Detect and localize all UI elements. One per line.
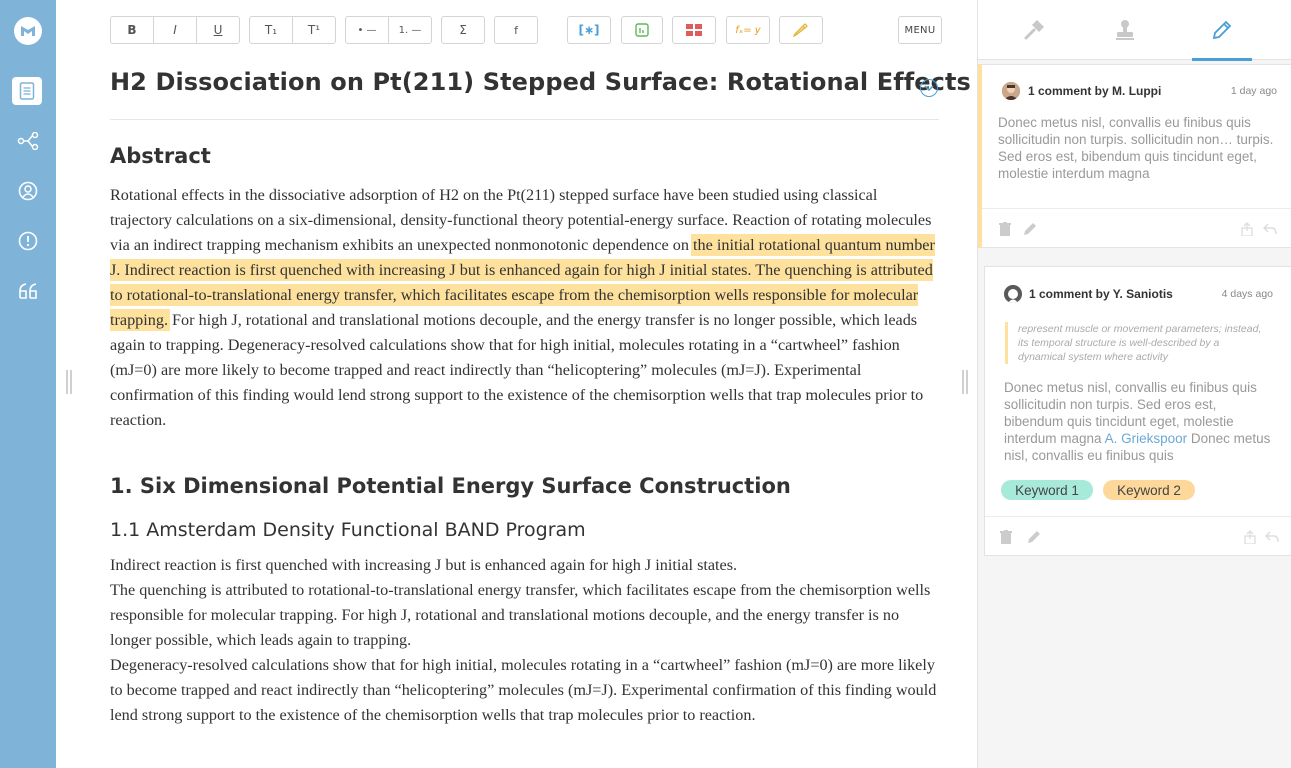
quote-icon[interactable] [13,276,43,306]
function-group: f [494,16,538,44]
subsection-heading: 1.1 Amsterdam Density Functional BAND Pr… [110,519,586,541]
highlight-group [779,16,823,44]
citation-group: [∗] [567,16,611,44]
section-body[interactable]: Indirect reaction is first quenched with… [110,553,940,728]
keyword-tag[interactable]: Keyword 1 [1001,480,1093,500]
reply-icon[interactable] [1262,221,1278,237]
resolve-icon[interactable] [1242,529,1258,545]
resolve-icon[interactable] [1239,221,1255,237]
abstract-paragraph[interactable]: Rotational effects in the dissociative a… [110,183,940,433]
table-group [672,16,716,44]
avatar [1004,285,1022,303]
reply-icon[interactable] [1264,529,1280,545]
citation-button[interactable]: [∗] [568,17,610,43]
sum-button[interactable]: Σ [442,17,484,43]
alert-circle-icon[interactable] [13,226,43,256]
figure-icon[interactable] [622,17,662,43]
comment-body: Donec metus nisl, convallis eu finibus q… [998,115,1274,181]
comment-actions [985,516,1291,556]
menu-button[interactable]: MENU [898,16,942,44]
section-paragraph: Degeneracy-resolved calculations show th… [110,656,937,724]
document-icon[interactable] [12,77,42,105]
share-nodes-icon[interactable] [13,126,43,156]
panel-tabs [978,0,1291,61]
comment-time: 4 days ago [1221,288,1273,300]
user-mention-link[interactable]: A. Griekspoor [1105,431,1188,446]
bold-button[interactable]: B [111,17,154,43]
formatting-toolbar: B I U T₁ T¹ • — 1. — Σ f [∗] fₓ= y MENU [110,16,942,44]
list-group: • — 1. — [345,16,432,44]
comments-panel: 1 comment by M. Luppi 1 day ago Donec me… [977,0,1291,768]
italic-button[interactable]: I [154,17,197,43]
right-resize-handle[interactable] [962,370,968,394]
equation-button[interactable]: fₓ= y [727,17,769,43]
quoted-text: represent muscle or movement parameters;… [1005,322,1267,364]
pencil-icon[interactable] [1192,0,1252,61]
comment-author: 1 comment by Y. Saniotis [1029,287,1173,301]
comment-card[interactable]: 1 comment by Y. Saniotis 4 days ago repr… [984,266,1291,556]
abstract-text-end: For high J, rotational and translational… [110,311,924,429]
hammer-icon[interactable] [1004,0,1064,60]
trash-icon[interactable] [997,221,1013,237]
user-circle-icon[interactable] [13,176,43,206]
left-rail [0,0,56,768]
editor-main: B I U T₁ T¹ • — 1. — Σ f [∗] fₓ= y MENU … [56,0,977,768]
sum-group: Σ [441,16,485,44]
table-icon[interactable] [673,17,715,43]
section-heading: 1. Six Dimensional Potential Energy Surf… [110,474,791,498]
section-paragraph: The quenching is attributed to rotationa… [110,581,931,649]
avatar [1002,82,1020,100]
keyword-tag[interactable]: Keyword 2 [1103,480,1195,500]
chevron-down-icon[interactable] [920,79,938,97]
comment-actions [982,208,1291,248]
highlighter-icon[interactable] [780,17,822,43]
comment-body: Donec metus nisl, convallis eu finibus q… [1004,379,1272,464]
comment-card[interactable]: 1 comment by M. Luppi 1 day ago Donec me… [978,64,1291,248]
numbered-list-button[interactable]: 1. — [389,17,431,43]
document-title[interactable]: H2 Dissociation on Pt(211) Stepped Surfa… [110,68,971,96]
script-group: T₁ T¹ [249,16,336,44]
superscript-button[interactable]: T¹ [293,17,335,43]
bullet-list-button[interactable]: • — [346,17,389,43]
comment-author: 1 comment by M. Luppi [1028,84,1162,98]
trash-icon[interactable] [998,529,1014,545]
left-resize-handle[interactable] [66,370,72,394]
function-button[interactable]: f [495,17,537,43]
underline-button[interactable]: U [197,17,239,43]
comment-time: 1 day ago [1230,85,1277,97]
section-paragraph: Indirect reaction is first quenched with… [110,556,738,574]
subscript-button[interactable]: T₁ [250,17,293,43]
stamp-icon[interactable] [1095,0,1155,60]
logo-icon[interactable] [13,16,43,46]
figure-group [621,16,663,44]
edit-pencil-icon[interactable] [1022,221,1038,237]
abstract-heading: Abstract [110,144,211,168]
text-style-group: B I U [110,16,240,44]
title-divider [110,119,939,120]
equation-group: fₓ= y [726,16,770,44]
edit-pencil-icon[interactable] [1026,529,1042,545]
